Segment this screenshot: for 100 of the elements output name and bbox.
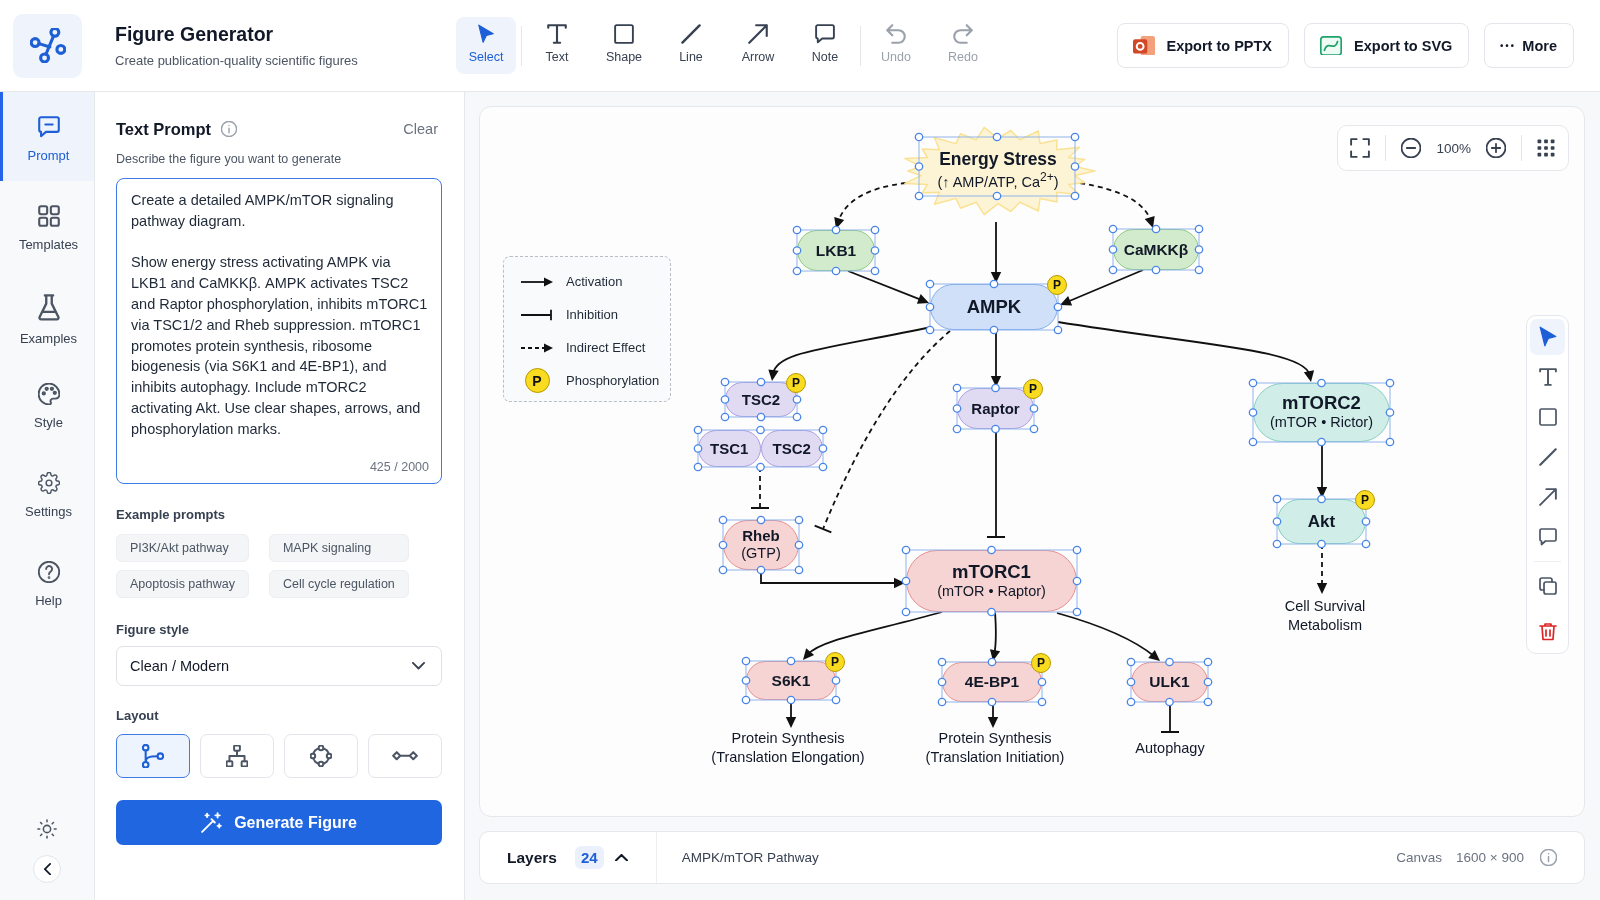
node-label: Raptor [971,399,1020,418]
activation-arrow-icon [520,275,554,288]
sidebar-item[interactable]: Settings [0,448,94,537]
fullscreen-icon[interactable] [1350,138,1371,158]
node-label: Rheb [742,526,780,544]
shape-tool-button[interactable]: Shape [594,17,654,74]
section-label: Layout [116,708,160,723]
settings-icon [37,472,60,494]
flask-icon [37,294,60,321]
selection-handles[interactable] [693,425,828,472]
phospho-badge: P [786,373,806,393]
node-label: CaMKKβ [1123,240,1189,259]
legend-label: Indirect Effect [566,340,646,355]
select-tool-button[interactable] [1530,319,1565,355]
sidebar-item[interactable]: Examples [0,270,94,359]
app-title: Figure Generator [115,23,275,46]
sidebar-item[interactable]: Help [0,537,94,626]
generate-button[interactable]: Generate Figure [116,800,442,845]
panel-title: Text Prompt [116,119,212,139]
node-label: Akt [1307,511,1336,532]
trash-icon [1538,623,1557,641]
square-icon [614,24,634,44]
cursor-arrow-icon [1538,326,1557,348]
zoom-in-icon[interactable] [1486,138,1506,158]
legend-label: Phosphorylation [566,373,660,388]
duplicate-icon [1538,577,1557,595]
select-tool-button[interactable]: Select [456,17,516,74]
arrow-icon [748,24,768,44]
line-tool-button[interactable]: Line [661,17,721,74]
activation-arrow [989,611,1001,661]
redo-icon [953,24,973,44]
node-label: LKB1 [815,241,857,260]
line-icon [681,24,701,44]
collapse-button[interactable] [33,855,61,883]
note-tool-button[interactable]: Note [795,17,855,74]
layout-option-button[interactable] [116,734,190,778]
cursor-arrow-icon [476,24,496,44]
example-prompt-button[interactable]: Apoptosis pathway [116,570,249,598]
outcome-label: Protein Synthesis [731,729,845,748]
info-icon [221,121,238,137]
legend-label: Activation [566,274,623,289]
sidebar-item[interactable]: Style [0,359,94,448]
field-description: Describe the figure you want to generate [116,152,343,166]
inhibition-line-icon [520,308,554,321]
arrow-icon [1538,488,1557,506]
example-prompt-button[interactable]: MAPK signaling [268,534,409,562]
chat-bubble-icon [37,116,60,138]
dot-grid-icon[interactable] [1537,139,1555,157]
speech-bubble-icon [1538,528,1557,546]
outcome-label: (Translation Initiation) [925,747,1065,767]
chevron-left-icon [43,862,51,876]
chevron-down-icon [412,662,425,670]
sun-icon[interactable] [37,819,57,839]
layers-label: Layers [507,848,557,867]
app-subtitle: Create publication-quality scientific figures [115,53,359,68]
phospho-badge: P [1031,653,1051,673]
text-tool-button[interactable]: Text [527,17,587,74]
node-label: mTORC2 [1282,392,1361,414]
chevron-up-icon[interactable] [614,853,628,862]
outcome-label: (Translation Elongation) [711,747,865,767]
phospho-badge: P [1023,379,1043,399]
node-label: ULK1 [1149,673,1190,691]
export-svg-button[interactable]: Export to SVG [1304,23,1470,68]
node-label: Energy Stress [939,149,1057,170]
selection-handles[interactable] [914,132,1080,201]
node-label: TSC2 [741,390,781,409]
character-count: 425 / 2000 [369,460,429,474]
more-button[interactable]: More [1484,23,1574,68]
circular-nodes-icon [310,745,332,767]
node-sublabel: (mTOR • Raptor) [937,581,1046,601]
help-icon [37,561,60,583]
text-icon [547,24,567,44]
phospho-badge: P [825,652,845,672]
canvas-label: Canvas [1396,850,1443,865]
node-label: S6K1 [771,671,811,690]
connected-nodes-icon [13,13,82,78]
node-label: TSC2 [772,439,811,458]
sidebar-item[interactable]: Templates [0,181,94,270]
arrow-tool-button[interactable]: Arrow [728,17,788,74]
figure-style-select[interactable]: Clean / Modern [116,646,442,686]
clear-button[interactable]: Clear [403,121,438,137]
zoom-out-icon[interactable] [1401,138,1422,158]
branch-nodes-icon [142,743,164,769]
outcome-label: Cell Survival [1284,597,1366,616]
linked-diamonds-icon [392,751,418,761]
prompt-field[interactable]: Create a detailed AMPK/mTOR signaling pathway diagram. Show energy stress activating AMPK via LKB1 and CaMKKβ. AMPK activates TSC2 and Raptor phosphorylation, inhibits mTORC1 via TSC1/2 and Rheb suppression. mTORC1 promotes protein synthesis, ribosome biogenesis (via S6K1 and 4E-BP1), and inhibits autophagy. Include mTORC2 activating Akt. Use clear shapes, arrows, and phosphorylation marks. 425 / 2000 [116,178,442,484]
palette-icon [37,383,60,405]
dashed-arrow-icon [520,341,554,354]
activation-arrow [990,221,1002,283]
text-icon [1538,368,1557,386]
example-prompt-button[interactable]: Cell cycle regulation [268,570,409,598]
example-prompt-button[interactable]: PI3K/Akt pathway [116,534,249,562]
node-sublabel: (GTP) [741,543,781,563]
node-label: TSC1 [710,439,749,458]
phospho-badge: P [1355,490,1375,510]
export-pptx-button[interactable]: Export to PPTX [1116,23,1290,68]
more-dots-icon [1500,43,1515,48]
grid-squares-icon [37,205,60,227]
sidebar-item[interactable]: Prompt [0,92,94,181]
outcome-label: Metabolism [1287,615,1363,635]
